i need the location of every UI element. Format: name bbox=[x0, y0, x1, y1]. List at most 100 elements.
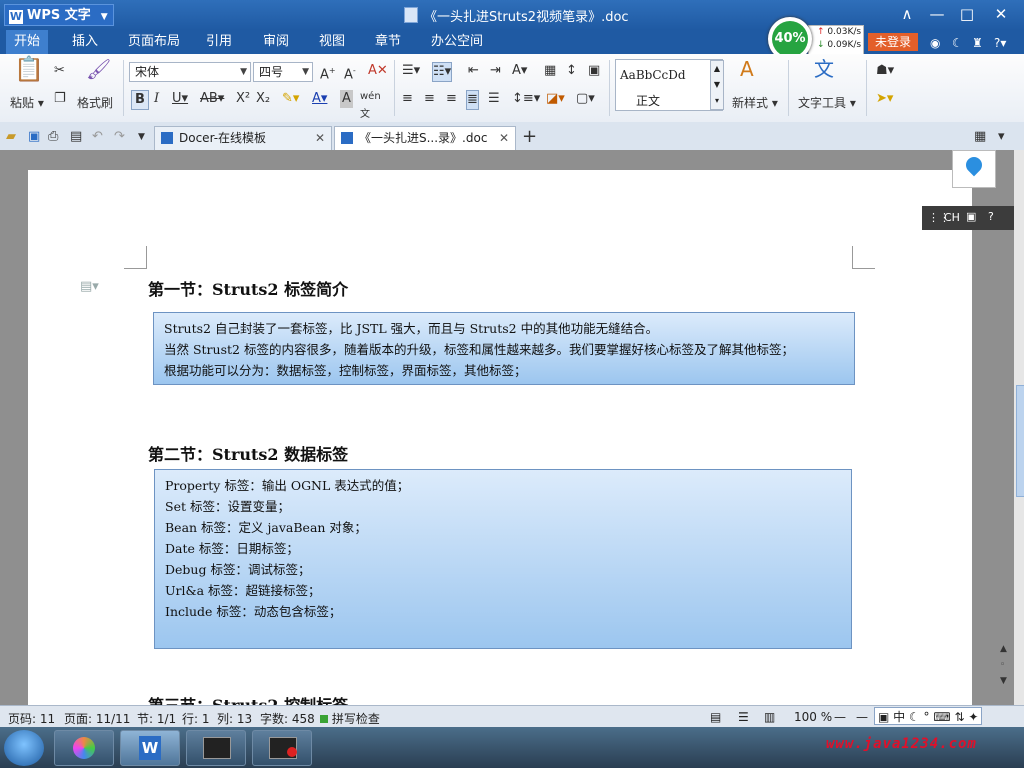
login-button[interactable]: 未登录 bbox=[868, 33, 918, 51]
app-menu-button[interactable]: W WPS 文字 ▼ bbox=[4, 4, 114, 26]
grow-font-icon[interactable]: A+ bbox=[320, 62, 336, 84]
ime-status[interactable]: ▣ 中 ☾ ° ⌨ ⇅ ✦ bbox=[874, 707, 983, 725]
table-icon[interactable]: ▦ bbox=[544, 62, 556, 80]
highlight-icon[interactable]: ✎▾ bbox=[282, 90, 299, 108]
moon-icon[interactable]: ☾ bbox=[952, 36, 963, 50]
paste-button[interactable]: 粘贴 ▾ bbox=[10, 94, 44, 111]
ime-panel-icon[interactable]: ▣ bbox=[966, 210, 976, 223]
tab-list-icon[interactable]: ▦ bbox=[974, 128, 986, 146]
zoom-level[interactable]: 100 % bbox=[794, 710, 832, 724]
format-brush-button[interactable]: 格式刷 bbox=[77, 94, 113, 111]
menu-references[interactable]: 引用 bbox=[198, 30, 240, 54]
new-style-button[interactable]: 新样式 ▾ bbox=[732, 94, 778, 111]
start-button[interactable] bbox=[4, 730, 44, 766]
bullet-list-icon[interactable]: ☰▾ bbox=[402, 62, 420, 80]
maximize-button[interactable]: □ bbox=[956, 5, 978, 23]
help-icon[interactable]: ?▾ bbox=[994, 36, 1006, 50]
location-button[interactable] bbox=[952, 150, 996, 188]
phonetic-guide-icon[interactable]: wén 文 bbox=[360, 88, 381, 124]
increase-indent-icon[interactable]: ⇥ bbox=[490, 62, 501, 80]
paste-icon[interactable]: 📋 bbox=[14, 57, 44, 81]
outline-view-icon[interactable]: ☰ bbox=[738, 710, 749, 724]
print-icon[interactable]: ⎙ bbox=[48, 128, 58, 146]
site-watermark: www.java1234.com bbox=[826, 736, 977, 752]
next-page-icon[interactable]: ▼ bbox=[1000, 672, 1007, 690]
close-button[interactable]: ✕ bbox=[990, 5, 1012, 23]
show-marks-icon[interactable]: ▣ bbox=[588, 62, 600, 80]
status-words[interactable]: 字数: 458 bbox=[260, 710, 315, 727]
text-tools-button[interactable]: 文字工具 ▾ bbox=[798, 94, 856, 111]
text-direction-icon[interactable]: A▾ bbox=[512, 62, 527, 80]
shading-icon[interactable]: ◪▾ bbox=[546, 90, 565, 108]
taskbar-media-app[interactable] bbox=[54, 730, 114, 766]
find-replace-icon[interactable]: ☗▾ bbox=[876, 62, 894, 80]
zoom-out-icon[interactable]: — bbox=[834, 710, 846, 724]
strikethrough-icon[interactable]: AB▾ bbox=[200, 90, 224, 108]
zoom-slider[interactable]: — bbox=[856, 710, 868, 724]
menu-view[interactable]: 视图 bbox=[311, 30, 353, 54]
menu-insert[interactable]: 插入 bbox=[64, 30, 106, 54]
menu-home[interactable]: 开始 bbox=[6, 30, 49, 54]
align-center-icon[interactable]: ≡ bbox=[424, 90, 435, 108]
sort-icon[interactable]: ↕ bbox=[566, 62, 577, 80]
document-page[interactable]: ▤▾ 第一节：Struts2 标签简介 Struts2 自己封装了一套标签，比 … bbox=[28, 170, 972, 710]
char-shading-icon[interactable]: A bbox=[340, 90, 353, 108]
quick-access-more-icon[interactable]: ▼ bbox=[138, 128, 145, 146]
ime-help-icon[interactable]: ? bbox=[988, 210, 994, 223]
taskbar-terminal-1[interactable] bbox=[186, 730, 246, 766]
menu-page-layout[interactable]: 页面布局 bbox=[120, 30, 188, 54]
text-tools-icon[interactable]: 文 bbox=[814, 59, 834, 79]
border-icon[interactable]: ▢▾ bbox=[576, 90, 595, 108]
skin-icon[interactable]: ◉ bbox=[930, 36, 940, 50]
format-brush-icon[interactable]: 🖌 bbox=[86, 59, 111, 79]
align-left-icon[interactable]: ≡ bbox=[402, 90, 413, 108]
print-preview-icon[interactable]: ▤ bbox=[70, 128, 82, 146]
save-icon[interactable]: ▣ bbox=[28, 128, 40, 146]
paragraph-handle-icon[interactable]: ▤▾ bbox=[80, 278, 99, 296]
scrollbar-thumb[interactable] bbox=[1016, 385, 1024, 497]
web-view-icon[interactable]: ▥ bbox=[764, 710, 775, 724]
align-right-icon[interactable]: ≡ bbox=[446, 90, 457, 108]
close-tab-icon[interactable]: ✕ bbox=[315, 127, 325, 149]
style-gallery-scroll[interactable]: ▲ ▼ ▾ bbox=[710, 60, 724, 110]
numbered-list-icon[interactable]: ☷▾ bbox=[432, 62, 453, 82]
select-icon[interactable]: ➤▾ bbox=[876, 90, 893, 108]
open-folder-icon[interactable]: ▰ bbox=[6, 128, 16, 146]
italic-icon[interactable]: I bbox=[154, 90, 159, 108]
justify-icon[interactable]: ≣ bbox=[466, 90, 479, 110]
page-view-icon[interactable]: ▤ bbox=[710, 710, 721, 724]
decrease-indent-icon[interactable]: ⇤ bbox=[468, 62, 479, 80]
clear-format-icon[interactable]: A✕ bbox=[368, 62, 388, 80]
underline-icon[interactable]: U▾ bbox=[172, 90, 188, 108]
new-style-icon[interactable]: A bbox=[740, 59, 754, 79]
distribute-icon[interactable]: ☰ bbox=[488, 90, 500, 108]
taskbar-terminal-2[interactable] bbox=[252, 730, 312, 766]
bold-icon[interactable]: B bbox=[131, 90, 149, 110]
tab-document[interactable]: 《一头扎进S...录》.doc ✕ bbox=[334, 126, 516, 150]
style-gallery[interactable]: AaBbCcDd 正文 bbox=[615, 59, 723, 111]
font-size-select[interactable]: 四号 ▼ bbox=[253, 62, 313, 82]
undo-icon[interactable]: ↶ bbox=[92, 128, 103, 146]
tab-menu-icon[interactable]: ▾ bbox=[998, 128, 1005, 146]
cut-icon[interactable]: ✂ bbox=[54, 62, 65, 80]
taskbar-wps-writer[interactable]: W bbox=[120, 730, 180, 766]
copy-icon[interactable]: ❐ bbox=[54, 90, 66, 108]
font-name-select[interactable]: 宋体 ▼ bbox=[129, 62, 251, 82]
tab-docer[interactable]: Docer-在线模板 ✕ bbox=[154, 126, 332, 150]
new-tab-button[interactable]: + bbox=[522, 126, 537, 147]
spellcheck-toggle[interactable]: 拼写检查 bbox=[320, 710, 380, 727]
shirt-icon[interactable]: ♜ bbox=[972, 36, 983, 50]
subscript-icon[interactable]: X₂ bbox=[256, 90, 270, 108]
menu-section[interactable]: 章节 bbox=[367, 30, 409, 54]
minimize-button[interactable]: — bbox=[926, 5, 948, 23]
font-color-icon[interactable]: A▾ bbox=[312, 90, 327, 108]
ribbon-collapse-button[interactable]: ∧ bbox=[896, 5, 918, 23]
superscript-icon[interactable]: X² bbox=[236, 90, 250, 108]
redo-icon[interactable]: ↷ bbox=[114, 128, 125, 146]
line-spacing-icon[interactable]: ↕≡▾ bbox=[512, 90, 540, 108]
menu-review[interactable]: 审阅 bbox=[255, 30, 297, 54]
ime-toolbar[interactable]: ⋮⋮ CH ▣ ? ⋮ bbox=[922, 206, 1024, 230]
close-tab-icon[interactable]: ✕ bbox=[499, 127, 509, 149]
menu-office-space[interactable]: 办公空间 bbox=[423, 30, 491, 54]
shrink-font-icon[interactable]: A- bbox=[344, 62, 356, 84]
